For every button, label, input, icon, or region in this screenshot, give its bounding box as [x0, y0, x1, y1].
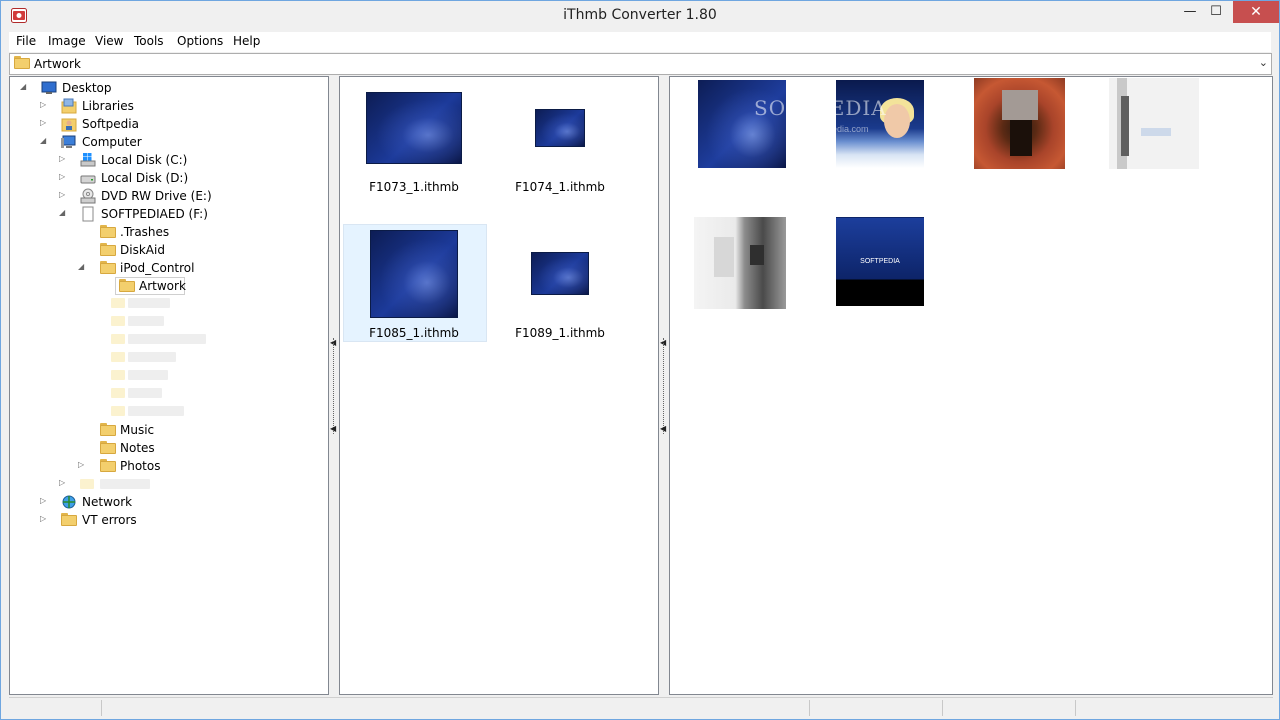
thumbnail-image[interactable] [370, 230, 458, 318]
splitter-arrow-icon: ◀ [330, 424, 337, 433]
collapse-arrow-icon[interactable]: ◢ [20, 82, 29, 91]
thumbnail-image[interactable] [366, 92, 462, 164]
status-segment [942, 700, 943, 716]
status-bar [9, 697, 1273, 717]
folder-icon [100, 423, 116, 436]
expand-arrow-icon[interactable]: ▷ [40, 100, 49, 109]
watermark: SOFTPEDIA [754, 96, 887, 120]
removable-drive-icon [82, 206, 94, 222]
status-segment [1075, 700, 1076, 716]
folder-icon [61, 513, 77, 526]
splitter-right[interactable]: ◀ ◀ [660, 338, 667, 434]
expand-arrow-icon[interactable]: ▷ [59, 154, 68, 163]
folder-icon [100, 261, 116, 274]
network-icon [62, 495, 76, 509]
close-button[interactable]: ✕ [1233, 1, 1279, 23]
watermark-url: www.softpedia.com [791, 124, 869, 134]
expand-arrow-icon[interactable]: ▷ [78, 460, 87, 469]
expand-arrow-icon[interactable]: ▷ [40, 118, 49, 127]
preview-logo-text: SOFTPEDIA [860, 258, 900, 265]
menu-options[interactable]: Options [177, 34, 223, 48]
path-combobox[interactable]: Artwork ⌄ [9, 53, 1272, 75]
preview-image[interactable] [698, 80, 786, 168]
menu-file[interactable]: File [16, 34, 36, 48]
thumbnail-image[interactable] [531, 252, 589, 295]
menu-tools[interactable]: Tools [134, 34, 164, 48]
title-bar[interactable]: iThmb Converter 1.80 — ☐ ✕ [1, 1, 1279, 31]
preview-image[interactable]: SOFTPEDIA [836, 217, 924, 306]
thumbnail-list[interactable] [339, 76, 659, 695]
user-folder-icon [61, 118, 77, 132]
thumbnail-image[interactable] [535, 109, 585, 147]
menu-help[interactable]: Help [233, 34, 260, 48]
preview-image[interactable] [694, 217, 786, 309]
folder-icon [100, 225, 116, 238]
expand-arrow-icon[interactable]: ▷ [59, 190, 68, 199]
expand-arrow-icon[interactable]: ▷ [59, 172, 68, 181]
folder-icon [119, 279, 135, 292]
folder-icon [100, 459, 116, 472]
collapse-arrow-icon[interactable]: ◢ [59, 208, 68, 217]
app-window: iThmb Converter 1.80 — ☐ ✕ File Image Vi… [0, 0, 1280, 720]
splitter-left[interactable]: ◀ ◀ [330, 338, 337, 434]
expand-arrow-icon[interactable]: ▷ [40, 496, 49, 505]
expand-arrow-icon[interactable]: ▷ [59, 478, 68, 487]
menu-bar: File Image View Tools Options Help [9, 32, 1271, 52]
expand-arrow-icon[interactable]: ▷ [40, 514, 49, 523]
menu-image[interactable]: Image [48, 34, 86, 48]
folder-icon [14, 56, 30, 69]
splitter-arrow-icon: ◀ [660, 424, 667, 433]
desktop-icon [41, 81, 57, 94]
folder-icon [100, 441, 116, 454]
window-title: iThmb Converter 1.80 [563, 7, 717, 23]
computer-icon [61, 135, 76, 148]
path-text: Artwork [34, 57, 81, 71]
folder-tree[interactable]: ◢ Desktop ▷ Libraries ▷ Softpedia ◢ Comp… [9, 76, 329, 695]
minimize-button[interactable]: — [1176, 1, 1204, 23]
collapse-arrow-icon[interactable]: ◢ [40, 136, 49, 145]
dvd-drive-icon [80, 188, 96, 204]
system-drive-icon [80, 153, 96, 167]
status-segment [101, 700, 102, 716]
collapse-arrow-icon[interactable]: ◢ [78, 262, 87, 271]
tree-item-artwork[interactable]: Artwork [18, 277, 198, 295]
maximize-button[interactable]: ☐ [1202, 1, 1230, 23]
status-segment [809, 700, 810, 716]
hard-drive-icon [80, 175, 96, 184]
preview-image[interactable] [974, 78, 1065, 169]
chevron-down-icon[interactable]: ⌄ [1259, 56, 1268, 69]
preview-image[interactable] [1109, 78, 1199, 169]
libraries-icon [61, 98, 77, 114]
menu-view[interactable]: View [95, 34, 123, 48]
folder-icon [100, 243, 116, 256]
